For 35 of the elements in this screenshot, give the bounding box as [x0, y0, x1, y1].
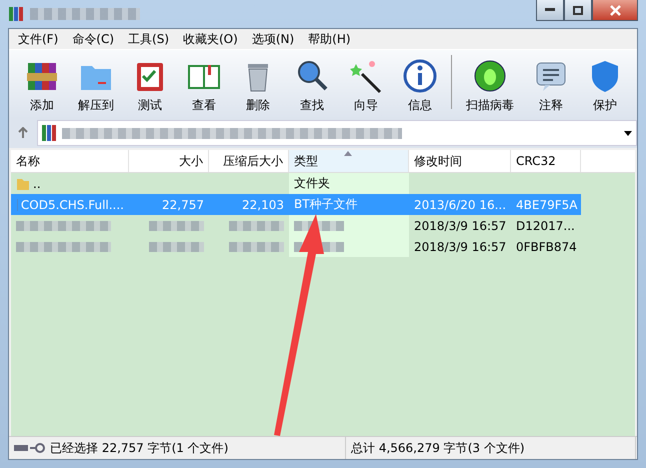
- table-cell: 22,103: [209, 194, 289, 215]
- toolbar-button[interactable]: 信息: [393, 58, 447, 114]
- menu-item[interactable]: 文件(F): [11, 30, 66, 48]
- table-cell: 4BE79F5A: [511, 194, 581, 215]
- status-total: 总计 4,566,279 字节(3 个文件): [351, 440, 525, 456]
- table-cell: 22,757: [129, 194, 209, 215]
- table-cell-text: 2018/3/9 16:57: [413, 238, 508, 256]
- menu-item[interactable]: 选项(N): [244, 30, 302, 48]
- table-cell: 文件夹: [289, 173, 409, 194]
- menu-item[interactable]: 帮助(H): [301, 30, 358, 48]
- toolbar-button[interactable]: 注释: [524, 58, 578, 114]
- menu-item[interactable]: 工具(S): [121, 30, 176, 48]
- toolbar-button[interactable]: 扫描病毒: [456, 58, 524, 114]
- menu-item[interactable]: 命令(C): [65, 30, 122, 48]
- toolbar-button[interactable]: 删除: [231, 58, 285, 114]
- table-cell: BT种子文件: [289, 194, 409, 215]
- menu-item[interactable]: 收藏夹(O): [176, 30, 245, 48]
- file-row[interactable]: 2018/3/9 16:57 D12017...: [11, 215, 635, 236]
- file-row[interactable]: 2018/3/9 16:57 0FBFB874: [11, 236, 635, 257]
- toolbar-button[interactable]: 查看: [177, 58, 231, 114]
- file-name: ..: [33, 176, 41, 190]
- toolbar-button[interactable]: 查找: [285, 58, 339, 114]
- toolbar-button[interactable]: 向导: [339, 58, 393, 114]
- status-selected: 已经选择 22,757 字节(1 个文件): [50, 440, 228, 456]
- column-header[interactable]: 类型: [289, 150, 409, 172]
- toolbar-button[interactable]: 添加: [15, 58, 69, 114]
- file-name: COD5.CHS.Full....: [20, 198, 124, 212]
- toolbar-button[interactable]: 测试: [123, 58, 177, 114]
- table-cell-text: 0FBFB874: [515, 238, 578, 256]
- table-cell-text: 2018/3/9 16:57: [413, 218, 508, 234]
- toolbar-button[interactable]: 解压到: [69, 58, 123, 114]
- table-cell: 2013/6/20 16...: [409, 194, 511, 215]
- file-row[interactable]: .. 文件夹: [11, 173, 635, 194]
- table-cell-text: D12017...: [515, 218, 576, 234]
- toolbar-button[interactable]: 保护: [578, 58, 632, 114]
